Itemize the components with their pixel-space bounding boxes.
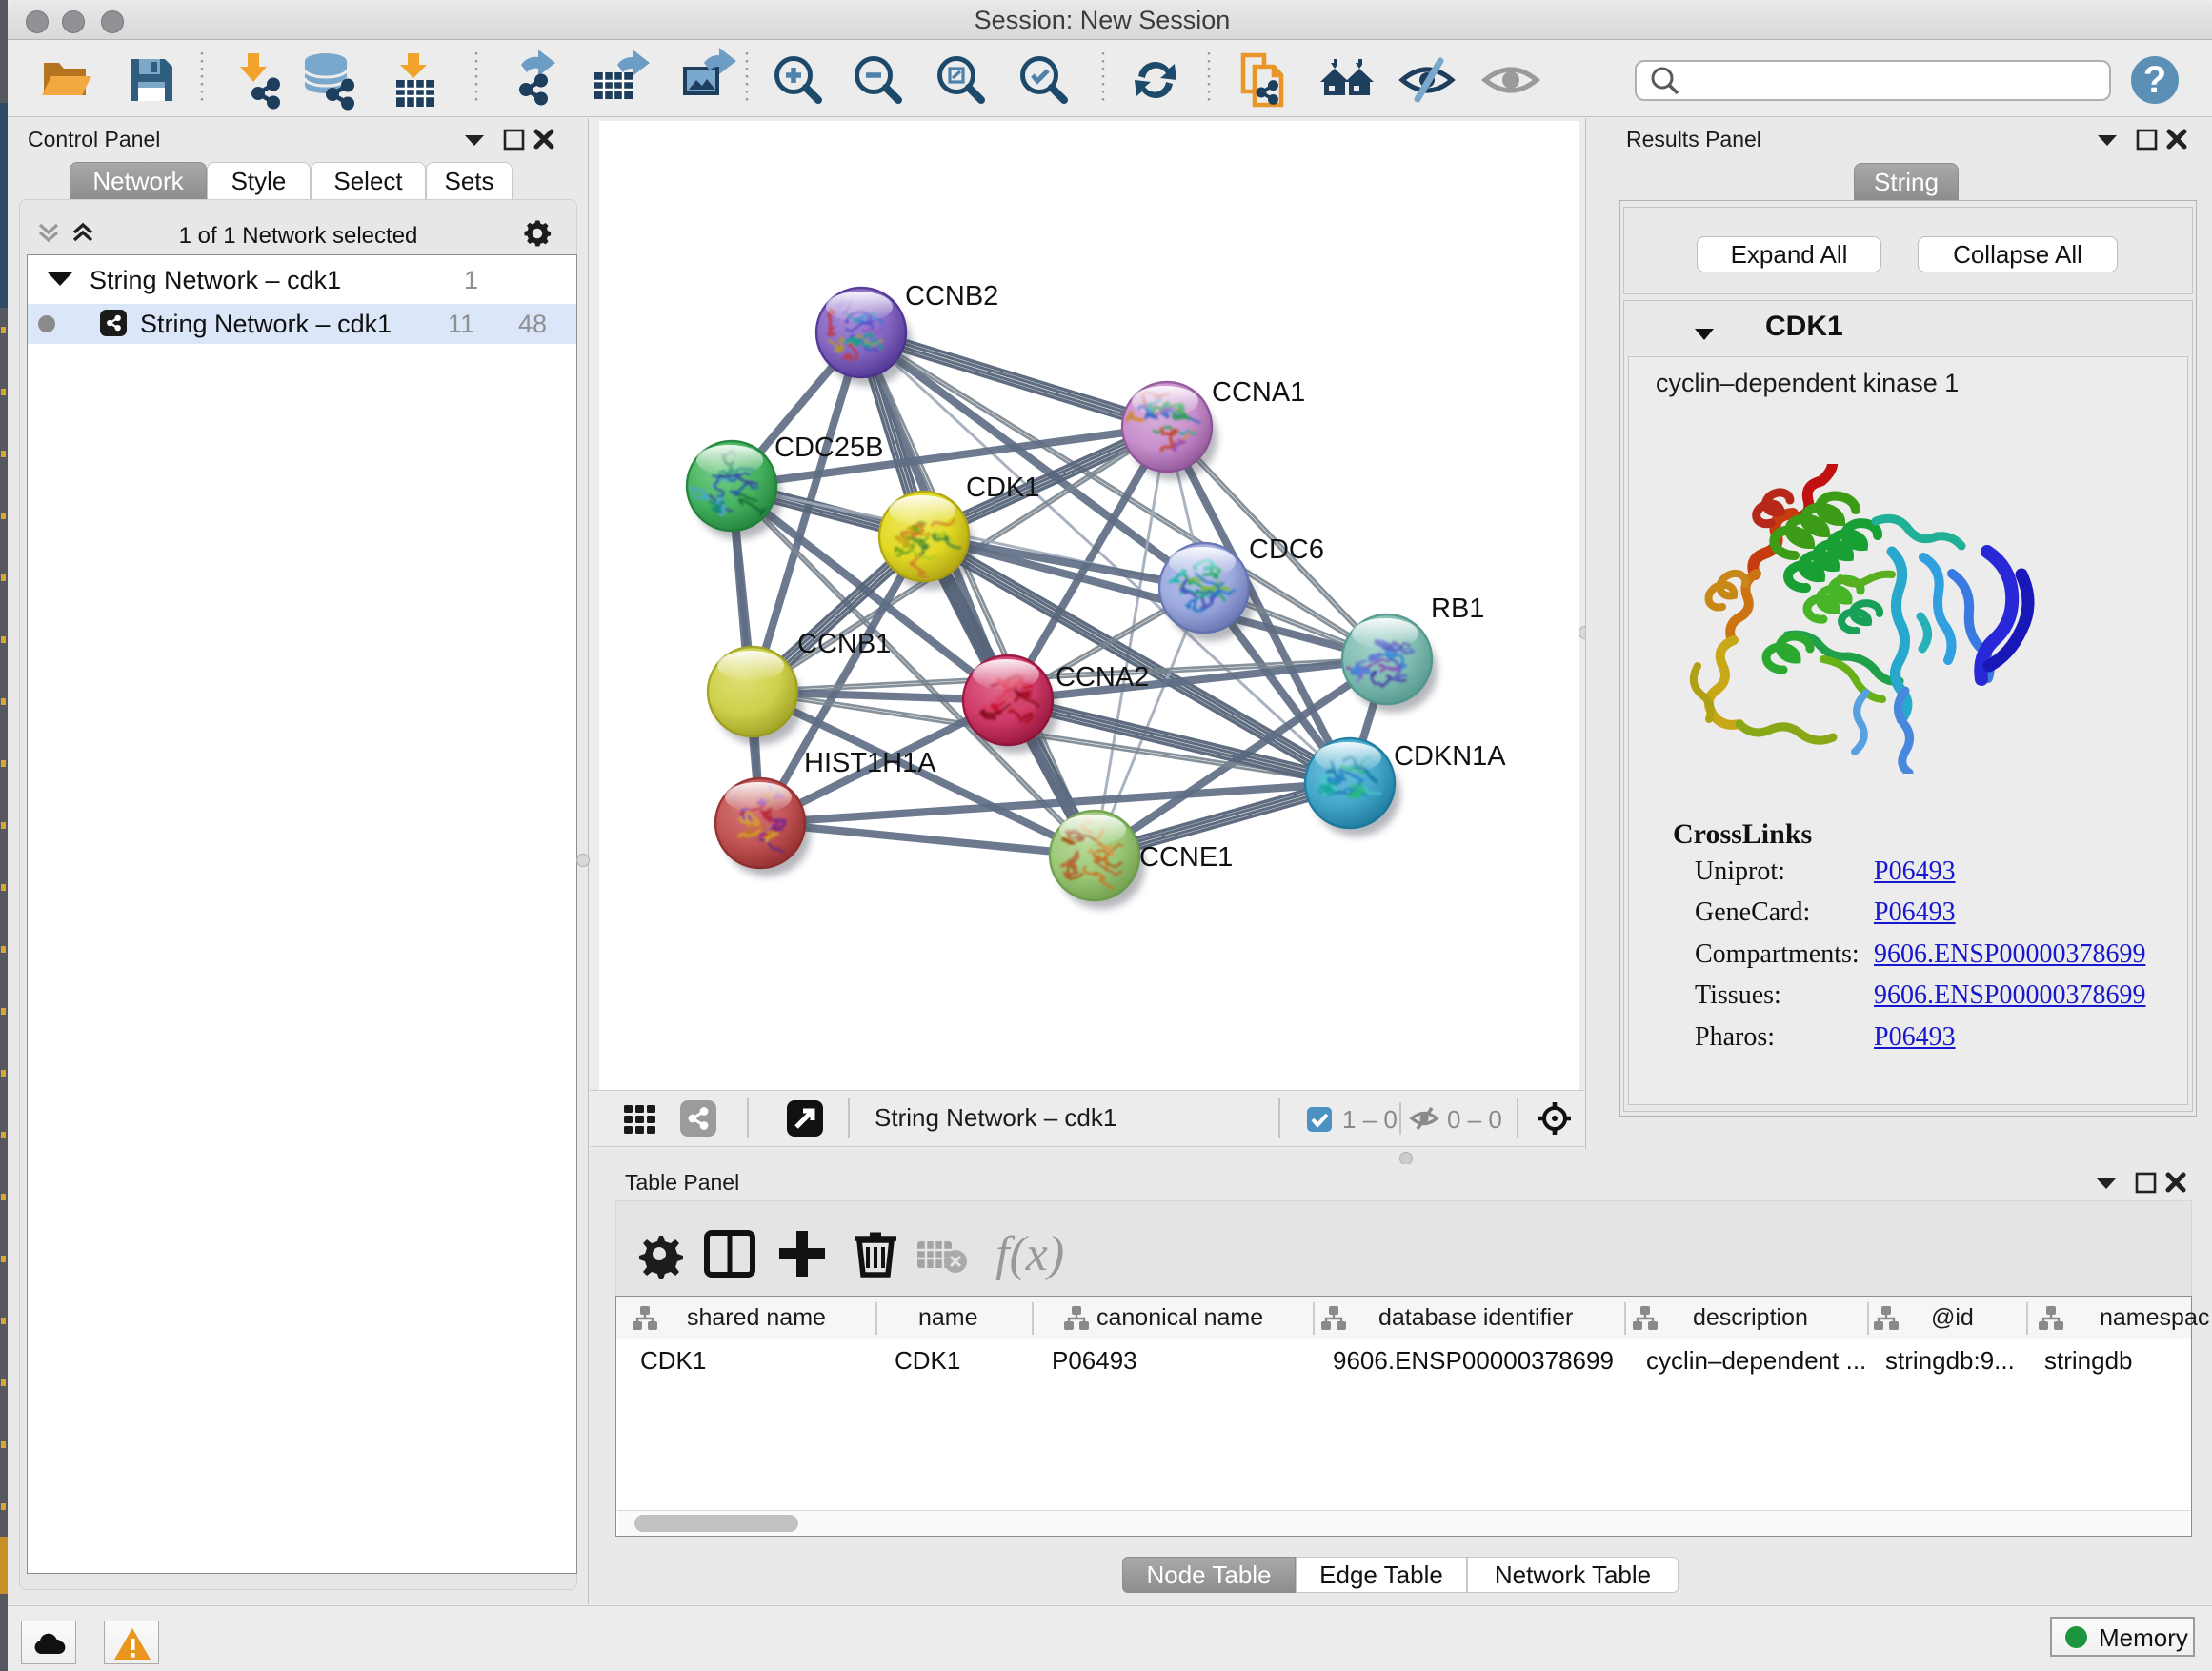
svg-text:CCNA1: CCNA1 — [1212, 377, 1305, 408]
svg-text:0 – 0: 0 – 0 — [1447, 1105, 1502, 1134]
svg-text:CDKN1A: CDKN1A — [1394, 741, 1506, 772]
svg-text:HIST1H1A: HIST1H1A — [804, 748, 936, 778]
svg-text:CCNB2: CCNB2 — [905, 281, 998, 312]
svg-text:CDK1: CDK1 — [966, 473, 1039, 503]
svg-text:CCNB1: CCNB1 — [797, 629, 891, 659]
svg-text:CCNA2: CCNA2 — [1056, 662, 1149, 693]
svg-text:f(x): f(x) — [995, 1227, 1064, 1281]
svg-text:CCNE1: CCNE1 — [1139, 842, 1233, 873]
svg-text:RB1: RB1 — [1431, 594, 1484, 624]
svg-text:CDC25B: CDC25B — [774, 433, 883, 463]
svg-text:?: ? — [2143, 59, 2166, 101]
svg-text:1 – 0: 1 – 0 — [1342, 1105, 1398, 1134]
svg-text:CDC6: CDC6 — [1249, 534, 1324, 565]
